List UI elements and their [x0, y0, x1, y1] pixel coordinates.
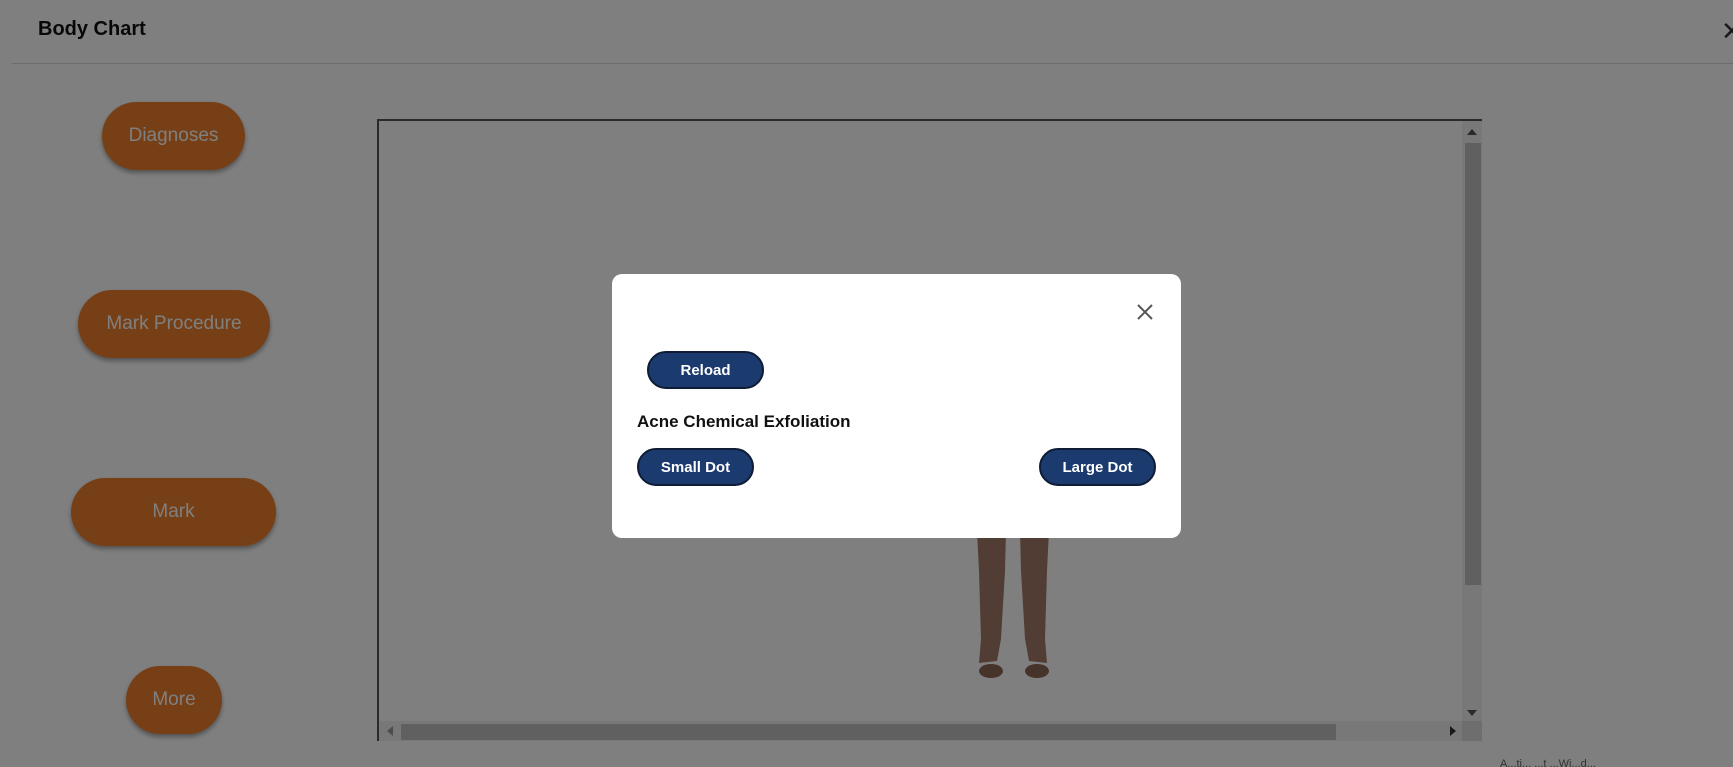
small-dot-button[interactable]: Small Dot [637, 448, 754, 486]
large-dot-button[interactable]: Large Dot [1039, 448, 1156, 486]
body-chart-app: Body Chart ✕ Diagnoses Mark Procedure Ma… [0, 0, 1733, 767]
reload-button[interactable]: Reload [647, 351, 764, 389]
close-icon[interactable] [1135, 302, 1155, 322]
procedure-name: Acne Chemical Exfoliation [637, 412, 851, 431]
procedure-modal: Reload Acne Chemical Exfoliation Small D… [612, 274, 1181, 538]
